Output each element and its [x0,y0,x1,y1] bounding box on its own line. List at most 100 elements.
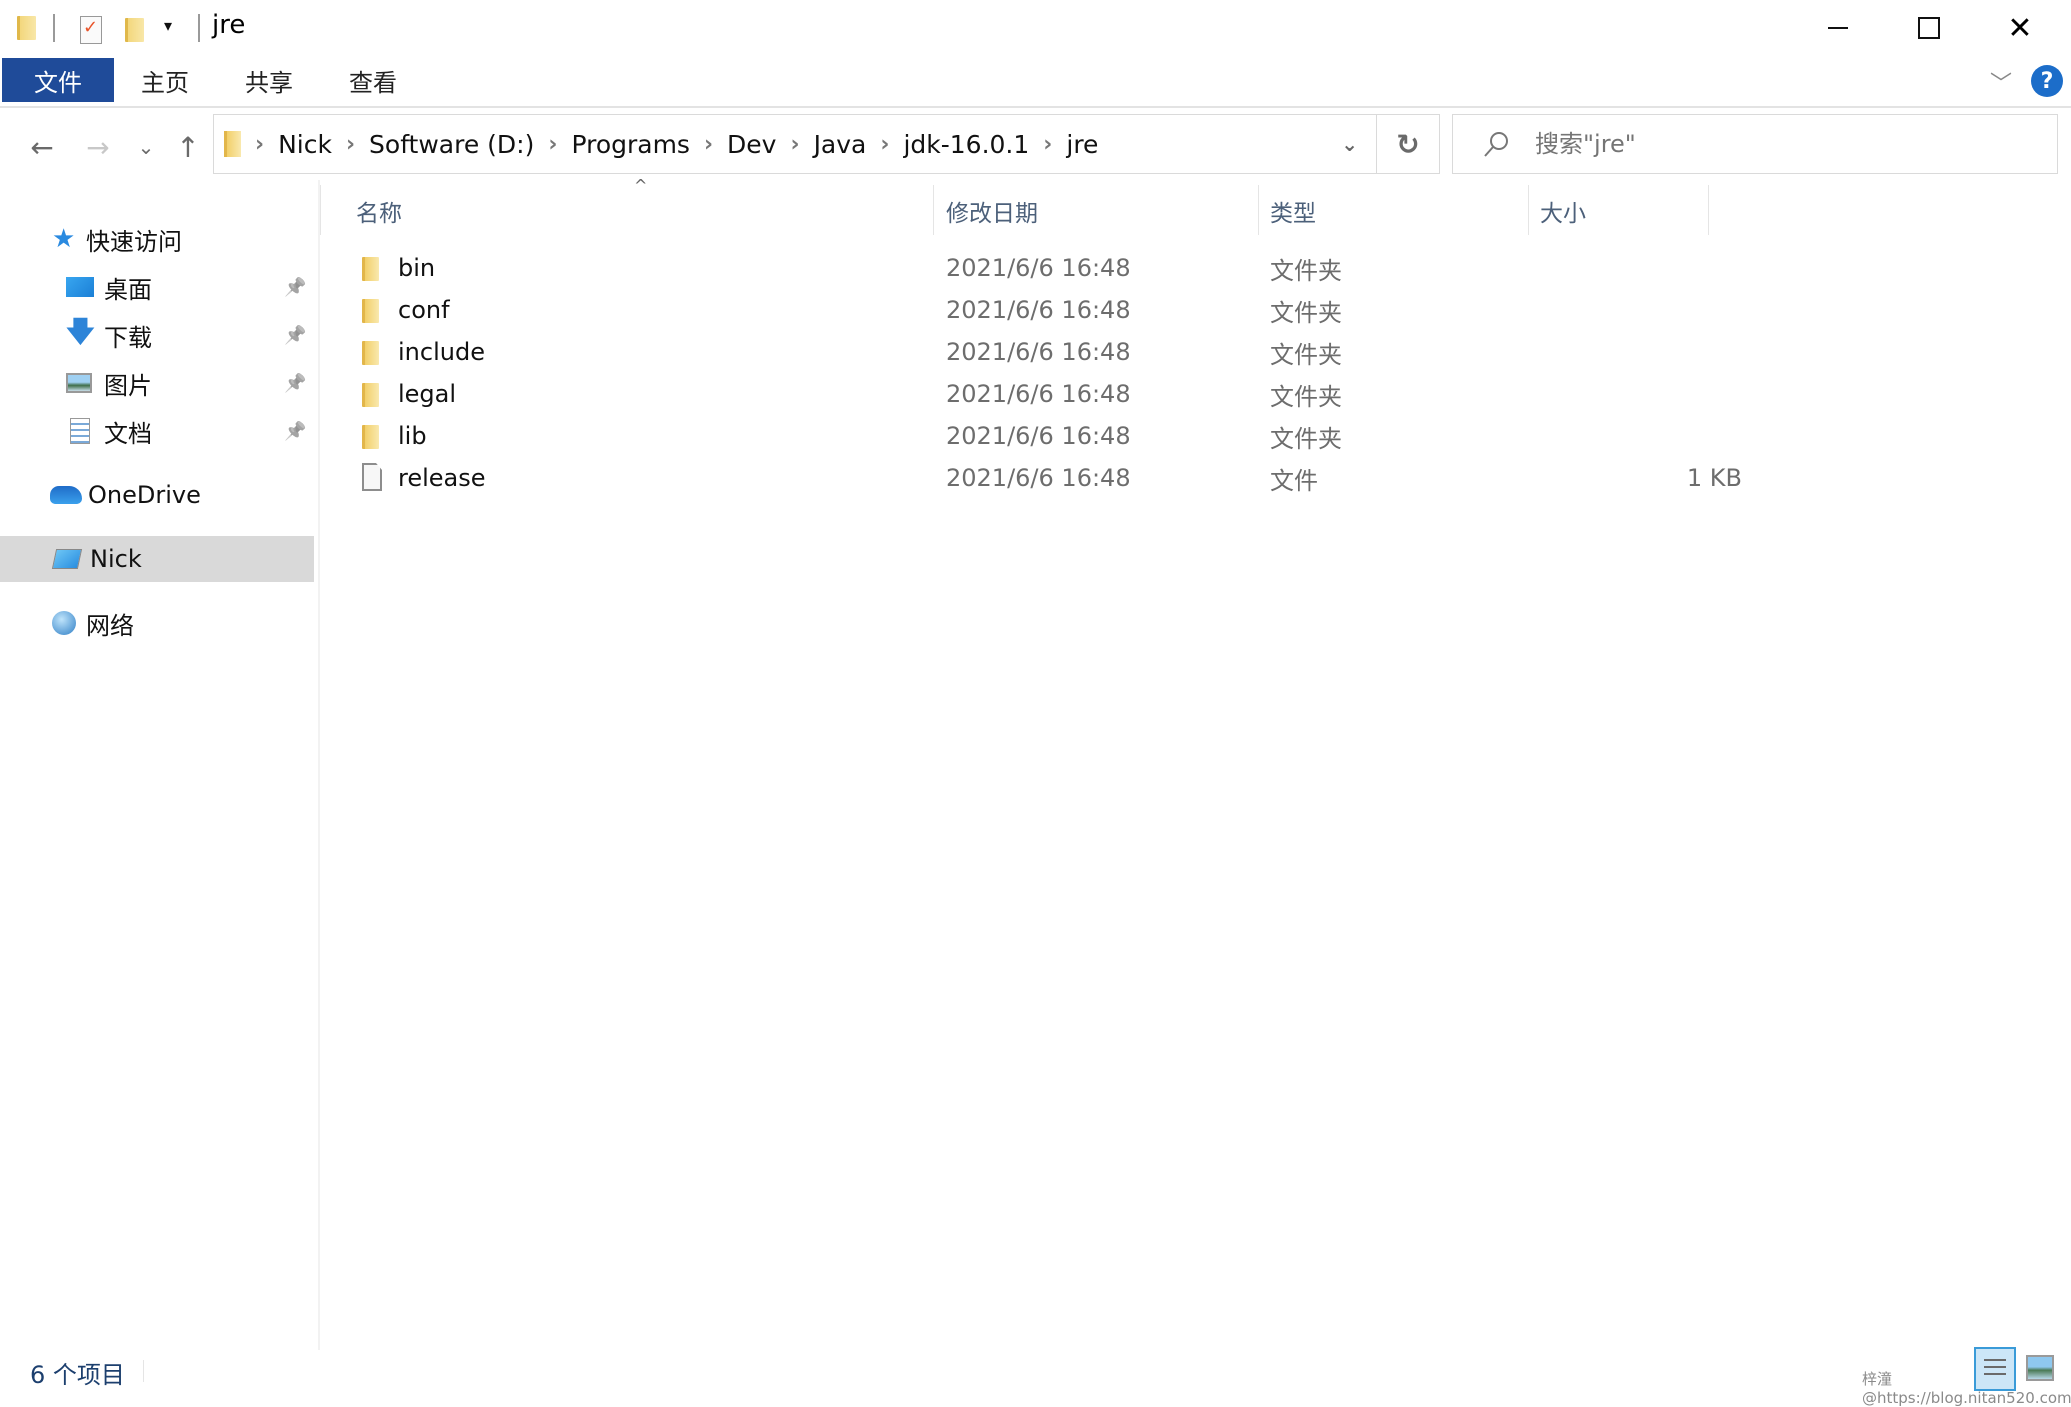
sidebar-item-documents[interactable]: 文档 📌 [0,408,314,454]
column-divider[interactable] [1708,185,1709,235]
tab-view[interactable]: 查看 [332,58,414,102]
sidebar-item-this-pc[interactable]: Nick [0,536,314,582]
file-size [1540,373,1742,415]
search-input[interactable] [1533,129,2037,159]
breadcrumb-jdk[interactable]: jdk-16.0.1 [903,130,1029,159]
pane-divider[interactable] [318,180,320,1350]
toolbar-separator [53,14,55,42]
breadcrumb-software-d[interactable]: Software (D:) [369,130,534,159]
pin-icon[interactable]: 📌 [284,325,306,346]
chevron-down-icon: ⌄ [137,135,155,159]
file-type: 文件夹 [1270,256,1342,285]
file-date: 2021/6/6 16:48 [946,296,1131,324]
customize-dropdown-icon[interactable]: ▾ [164,16,172,35]
star-icon: ★ [52,224,76,254]
file-type: 文件夹 [1270,424,1342,453]
file-row[interactable]: include 2021/6/6 16:48 文件夹 [350,331,1720,373]
tab-share[interactable]: 共享 [228,58,310,102]
breadcrumb-java[interactable]: Java [814,130,867,159]
pin-icon[interactable]: 📌 [284,373,306,394]
breadcrumb-separator[interactable]: › [255,132,264,157]
back-arrow-icon: ← [30,130,54,164]
column-header-date[interactable]: 修改日期 [946,188,1038,234]
search-box[interactable] [1452,114,2058,174]
column-divider[interactable] [933,185,934,235]
column-divider[interactable] [1258,185,1259,235]
breadcrumb-separator[interactable]: › [548,132,557,157]
file-size [1540,331,1742,373]
sidebar-item-downloads[interactable]: 🡇 下载 📌 [0,312,314,358]
file-name[interactable]: include [398,331,485,373]
address-history-dropdown[interactable]: ⌄ [1341,132,1358,156]
breadcrumb-separator[interactable]: › [790,132,799,157]
refresh-icon: ↻ [1396,127,1420,161]
pin-icon[interactable]: 📌 [284,421,306,442]
pictures-icon [66,373,92,393]
ribbon: 文件 主页 共享 查看 ﹀ ? [0,56,2071,108]
breadcrumb-nick[interactable]: Nick [278,130,332,159]
column-header-name[interactable]: 名称 [356,188,402,234]
breadcrumb-dev[interactable]: Dev [727,130,776,159]
column-header-type[interactable]: 类型 [1270,188,1316,234]
tab-file[interactable]: 文件 [2,58,114,102]
file-size [1540,415,1742,457]
status-divider [143,1360,144,1382]
file-type: 文件夹 [1270,298,1342,327]
window-title: jre [212,10,246,40]
file-row[interactable]: lib 2021/6/6 16:48 文件夹 [350,415,1720,457]
file-date: 2021/6/6 16:48 [946,338,1131,366]
file-row[interactable]: release 2021/6/6 16:48 文件 1 KB [350,457,1742,499]
title-bar: ✓ ▾ jre ✕ [0,0,2071,56]
file-date: 2021/6/6 16:48 [946,464,1131,492]
up-button[interactable]: ↑ [168,122,208,172]
ribbon-expand-button[interactable]: ﹀ [1990,66,2012,98]
file-name[interactable]: release [398,457,486,499]
sidebar-item-onedrive[interactable]: OneDrive [0,472,314,518]
maximize-icon [1918,17,1940,39]
breadcrumb-separator[interactable]: › [880,132,889,157]
breadcrumb-jre[interactable]: jre [1066,130,1098,159]
help-button[interactable]: ? [2031,65,2063,97]
breadcrumb-separator[interactable]: › [346,132,355,157]
forward-button[interactable]: → [78,122,118,172]
address-bar[interactable]: › Nick › Software (D:) › Programs › Dev … [213,114,1377,174]
file-name[interactable]: legal [398,373,456,415]
sidebar-item-label: 网络 [86,611,134,640]
breadcrumb-programs[interactable]: Programs [571,130,690,159]
sidebar-item-network[interactable]: 网络 [0,600,314,646]
properties-check-icon[interactable]: ✓ [80,16,102,44]
network-icon [52,611,76,635]
breadcrumb-separator[interactable]: › [1043,132,1052,157]
file-name[interactable]: lib [398,415,427,457]
sidebar-item-label: OneDrive [88,481,201,509]
tab-home[interactable]: 主页 [124,58,206,102]
minimize-button[interactable] [1793,0,1883,56]
sidebar-item-label: 图片 [104,371,152,400]
pin-icon[interactable]: 📌 [284,277,306,298]
column-divider [320,185,321,235]
file-row[interactable]: conf 2021/6/6 16:48 文件夹 [350,289,1720,331]
recent-locations-button[interactable]: ⌄ [126,122,166,172]
file-name[interactable]: conf [398,289,450,331]
file-size [1540,247,1742,289]
maximize-button[interactable] [1884,0,1974,56]
sidebar-item-quick-access[interactable]: ★ 快速访问 [0,216,314,262]
new-folder-icon[interactable] [125,18,144,42]
sidebar-item-label: 文档 [104,419,152,448]
file-row[interactable]: bin 2021/6/6 16:48 文件夹 [350,247,1720,289]
breadcrumb-separator[interactable]: › [704,132,713,157]
refresh-button[interactable]: ↻ [1377,114,1440,174]
toolbar-separator [198,14,200,42]
watermark-text: 梓潼@https://blog.nitan520.com [1862,1370,2071,1407]
column-divider[interactable] [1528,185,1529,235]
sidebar-item-label: 桌面 [104,275,152,304]
back-button[interactable]: ← [22,122,62,172]
file-row[interactable]: legal 2021/6/6 16:48 文件夹 [350,373,1720,415]
sidebar-item-pictures[interactable]: 图片 📌 [0,360,314,406]
sidebar-item-label: Nick [90,545,142,573]
close-button[interactable]: ✕ [1975,0,2065,56]
column-header-size[interactable]: 大小 [1540,188,1586,234]
sidebar-item-desktop[interactable]: 桌面 📌 [0,264,314,310]
file-name[interactable]: bin [398,247,435,289]
file-size: 1 KB [1686,464,1742,492]
